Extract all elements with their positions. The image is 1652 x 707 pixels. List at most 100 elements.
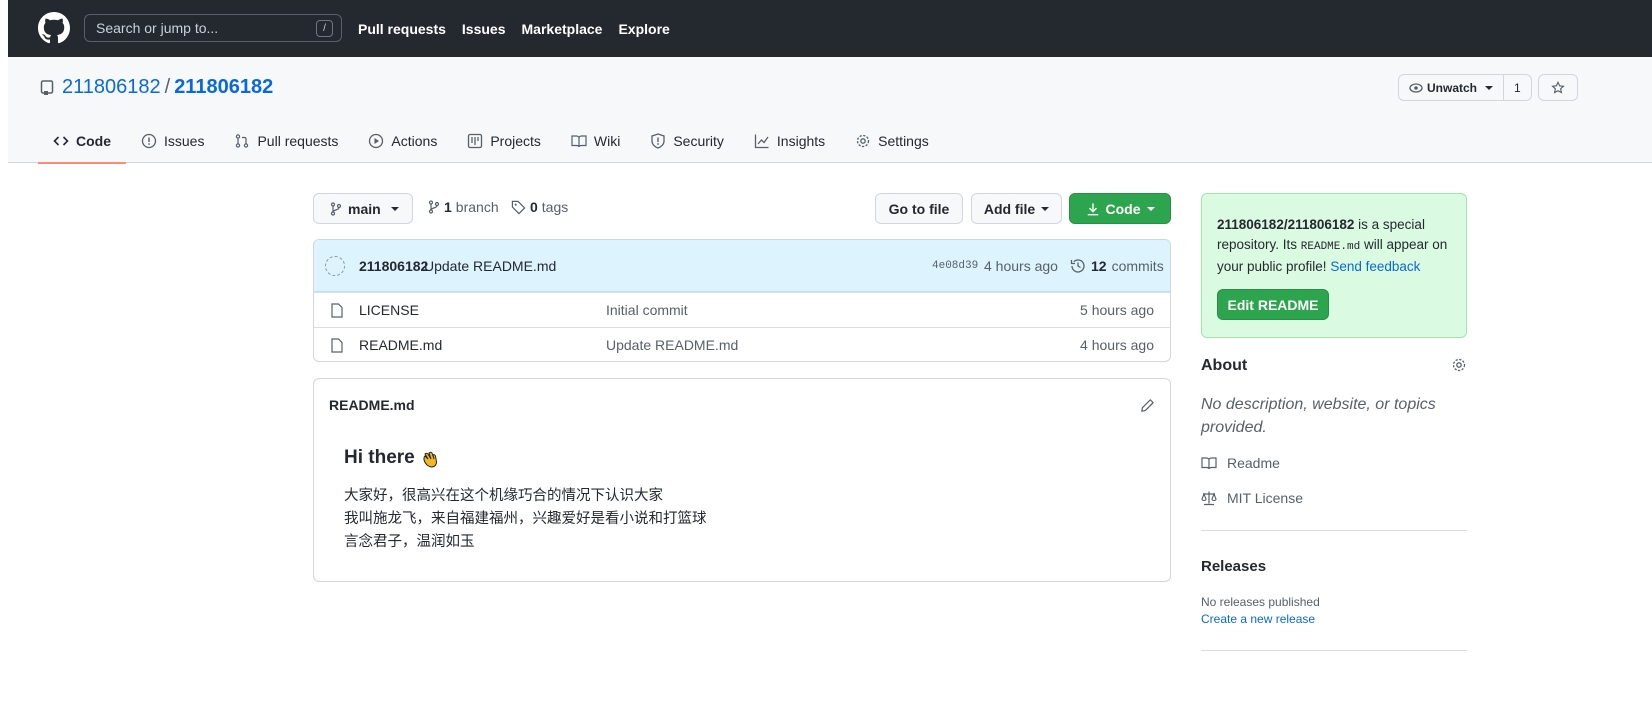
tab-wiki[interactable]: Wiki <box>556 119 635 163</box>
search-box[interactable]: / <box>84 14 342 42</box>
tab-pull-requests[interactable]: Pull requests <box>219 119 353 163</box>
shield-icon <box>651 133 665 149</box>
divider <box>1201 530 1467 531</box>
repo-title: 211806182/211806182 <box>62 76 273 99</box>
tab-label: Issues <box>164 133 205 149</box>
tab-label: Pull requests <box>257 133 339 149</box>
latest-commit-bar: 211806182 Update README.md 4e08d39 4 hou… <box>314 240 1170 292</box>
code-download-button[interactable]: Code <box>1069 193 1171 224</box>
tab-label: Projects <box>490 133 541 149</box>
tab-security[interactable]: Security <box>635 119 739 163</box>
commit-word: commits <box>1111 258 1164 274</box>
tab-label: Actions <box>391 133 438 149</box>
license-link[interactable]: MIT License <box>1201 490 1303 506</box>
eye-icon <box>1409 82 1423 93</box>
tab-code[interactable]: Code <box>38 119 126 164</box>
about-title: About <box>1201 357 1248 374</box>
file-list: 211806182 Update README.md 4e08d39 4 hou… <box>313 239 1171 362</box>
commit-author[interactable]: 211806182 <box>359 258 428 274</box>
github-logo-icon[interactable] <box>38 12 70 44</box>
pencil-icon[interactable] <box>1140 398 1155 413</box>
file-row[interactable]: LICENSE Initial commit 5 hours ago <box>314 292 1170 327</box>
releases-title[interactable]: Releases <box>1201 558 1266 575</box>
tag-icon <box>511 200 526 214</box>
promo-text: 211806182/211806182 is a special reposit… <box>1217 215 1457 277</box>
tab-projects[interactable]: Projects <box>452 119 556 163</box>
tab-actions[interactable]: Actions <box>353 119 452 163</box>
nav-marketplace[interactable]: Marketplace <box>522 21 603 37</box>
file-commit-message[interactable]: Update README.md <box>606 337 738 353</box>
file-commit-message[interactable]: Initial commit <box>606 302 688 318</box>
commit-message[interactable]: Update README.md <box>424 258 556 274</box>
about-description: No description, website, or topics provi… <box>1201 396 1436 436</box>
chevron-down-icon <box>1041 206 1050 211</box>
branch-select-button[interactable]: main <box>313 193 413 224</box>
readme-heading: Hi there <box>344 447 443 469</box>
tag-word: tags <box>541 199 569 215</box>
global-nav: Pull requests Issues Marketplace Explore <box>358 0 670 57</box>
file-icon <box>331 303 343 318</box>
add-file-button[interactable]: Add file <box>971 193 1062 224</box>
branch-word: branch <box>455 199 499 215</box>
no-releases-text: No releases published <box>1201 595 1320 609</box>
tab-label: Insights <box>776 133 826 149</box>
tab-label: Security <box>673 133 724 149</box>
watch-count[interactable]: 1 <box>1504 75 1531 100</box>
file-name[interactable]: LICENSE <box>359 302 419 318</box>
search-input[interactable] <box>85 15 341 41</box>
branch-icon <box>428 200 440 214</box>
license-link-label: MIT License <box>1227 490 1303 506</box>
code-button-label: Code <box>1105 200 1141 217</box>
repo-owner-link[interactable]: 211806182 <box>62 76 161 98</box>
graph-icon <box>754 134 769 149</box>
promo-code: README.md <box>1300 241 1361 253</box>
branches-link[interactable]: 1 branch <box>428 199 499 215</box>
tab-issues[interactable]: Issues <box>126 119 219 163</box>
tags-link[interactable]: 0 tags <box>511 199 568 215</box>
tab-insights[interactable]: Insights <box>739 119 840 163</box>
nav-pull-requests[interactable]: Pull requests <box>358 21 446 37</box>
edit-readme-button[interactable]: Edit README <box>1217 289 1329 320</box>
readme-body: 大家好，很高兴在这个机缘巧合的情况下认识大家 我叫施龙飞，来自福建福州，兴趣爱好… <box>344 485 707 554</box>
search-shortcut-hint: / <box>316 20 333 37</box>
unwatch-label: Unwatch <box>1427 80 1478 95</box>
pull-request-icon <box>236 134 249 148</box>
star-button[interactable] <box>1538 74 1578 101</box>
file-age: 4 hours ago <box>1080 337 1154 353</box>
tag-count: 0 <box>530 199 538 215</box>
nav-issues[interactable]: Issues <box>462 21 506 37</box>
readme-link-label: Readme <box>1227 455 1280 471</box>
nav-explore[interactable]: Explore <box>618 21 669 37</box>
book-icon <box>1201 457 1217 470</box>
chevron-down-icon <box>1146 206 1155 211</box>
commits-link[interactable]: 12 commits <box>1070 258 1164 274</box>
gear-icon <box>857 134 870 148</box>
commit-sha[interactable]: 4e08d39 <box>932 260 978 272</box>
readme-heading-text: Hi there <box>344 447 415 468</box>
gear-icon[interactable] <box>1451 357 1467 373</box>
divider <box>1201 650 1467 651</box>
watch-group: Unwatch 1 <box>1398 74 1532 101</box>
waving-hand-icon <box>423 451 437 468</box>
promo-repo-name: 211806182/211806182 <box>1217 217 1355 232</box>
repo-header: 211806182/211806182 Unwatch 1 Code Issue… <box>8 57 1652 164</box>
readme-link[interactable]: Readme <box>1201 455 1280 471</box>
repo-name-link[interactable]: 211806182 <box>174 76 273 98</box>
file-row[interactable]: README.md Update README.md 4 hours ago <box>314 327 1170 361</box>
readme-panel: README.md Hi there 大家好，很高兴在这个机缘巧合的情况下认识大… <box>313 378 1171 582</box>
global-header: / Pull requests Issues Marketplace Explo… <box>8 0 1652 57</box>
readme-line: 我叫施龙飞，来自福建福州，兴趣爱好是看小说和打篮球 <box>344 511 707 527</box>
tab-settings[interactable]: Settings <box>840 119 944 163</box>
unwatch-button[interactable]: Unwatch <box>1399 75 1505 100</box>
repo-separator: / <box>164 76 171 98</box>
chevron-down-icon <box>390 206 399 211</box>
tab-label: Settings <box>878 133 929 149</box>
file-name[interactable]: README.md <box>359 337 442 353</box>
tab-label: Code <box>76 133 111 149</box>
go-to-file-button[interactable]: Go to file <box>875 193 963 224</box>
create-release-link[interactable]: Create a new release <box>1201 612 1315 626</box>
avatar[interactable] <box>325 256 345 276</box>
history-icon <box>1070 259 1085 273</box>
chevron-down-icon <box>1485 85 1494 90</box>
send-feedback-link[interactable]: Send feedback <box>1330 259 1420 274</box>
